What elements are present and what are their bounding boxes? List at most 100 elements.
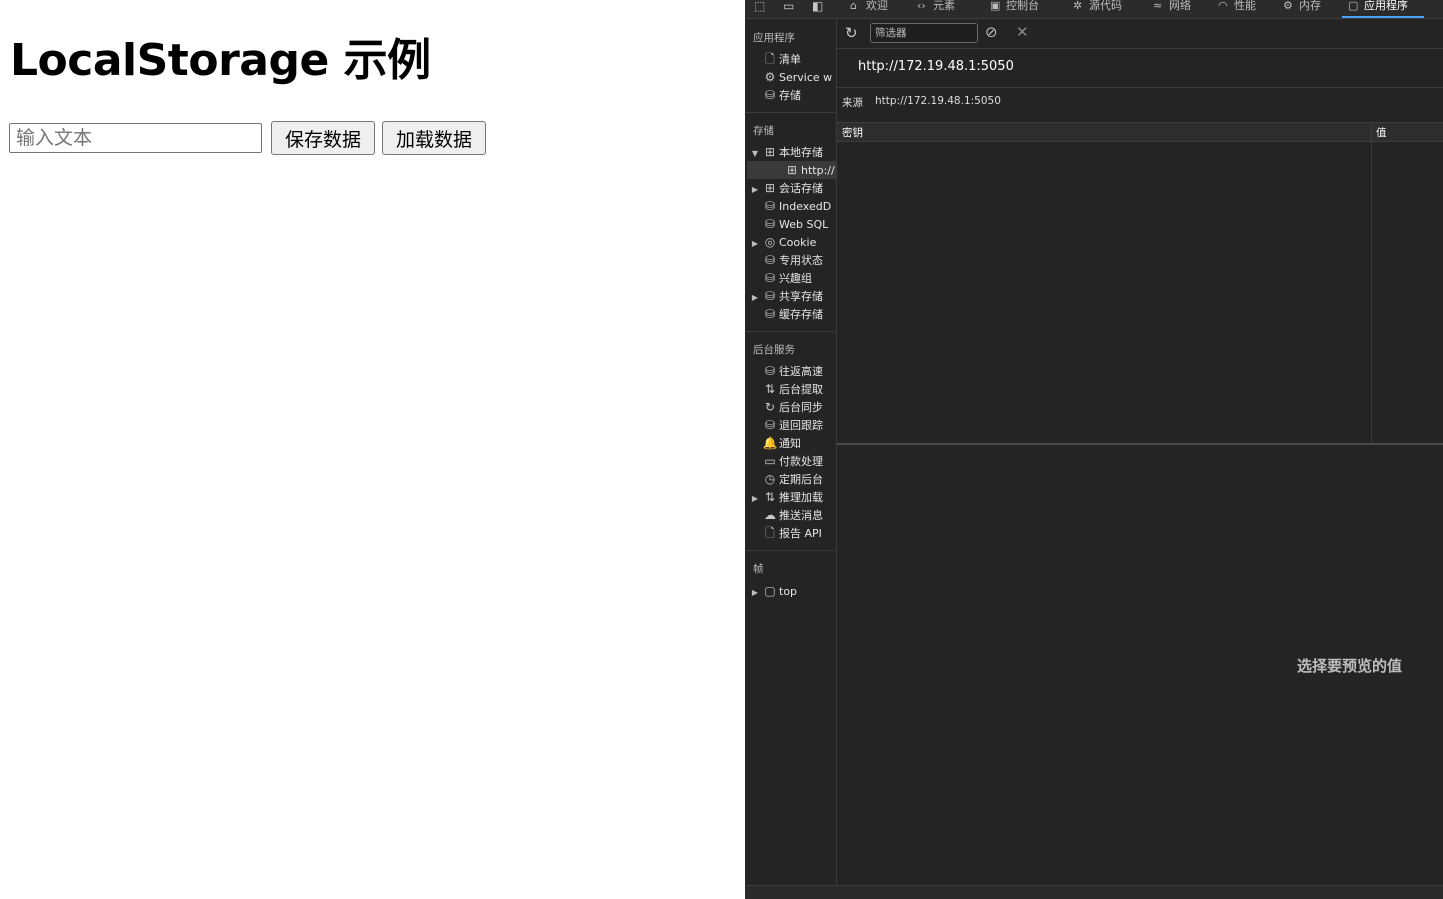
sidebar-item-manifest[interactable]: 🗋 清单 (761, 50, 801, 68)
console-icon: ▣ (990, 0, 1001, 12)
chevron-right-icon[interactable]: ▶ (749, 235, 761, 253)
sidebar-item-periodic-sync[interactable]: ◷ 定期后台 (761, 470, 823, 488)
window-icon: ▢ (1348, 0, 1359, 12)
clock-icon: ◷ (764, 472, 776, 486)
section-header-application: 应用程序 (753, 32, 795, 44)
database-icon: ⛁ (764, 88, 776, 102)
load-data-button[interactable]: 加载数据 (382, 121, 486, 155)
sidebar-item-session-storage[interactable]: ▶ ⊞ 会话存储 (749, 179, 823, 197)
code-icon: ‹› (917, 0, 926, 12)
sidebar-item-service-workers[interactable]: ⚙ Service w (761, 68, 833, 86)
refresh-icon[interactable]: ↻ (845, 24, 858, 42)
divider (745, 112, 836, 113)
column-divider (1371, 122, 1372, 444)
column-header-key[interactable]: 密钥 (842, 125, 863, 140)
tab-sources[interactable]: ✲ 源代码 (1073, 0, 1122, 18)
application-sidebar: 应用程序 🗋 清单 ⚙ Service w ⛁ 存储 存储 ▼ ⊞ 本地存储 ⊞ http:… (745, 19, 837, 885)
wifi-icon: ≈ (1153, 0, 1163, 12)
save-data-button[interactable]: 保存数据 (271, 121, 375, 155)
chevron-right-icon[interactable]: ▶ (749, 584, 761, 602)
sidebar-item-speculative-loads[interactable]: ▶ ⇅ 推理加载 (749, 488, 823, 506)
origin-row: 来源 http://172.19.48.1:5050 (837, 87, 1443, 122)
file-icon: 🗋 (765, 526, 775, 540)
sidebar-item-shared-storage[interactable]: ▶ ⛁ 共享存储 (749, 287, 823, 305)
sidebar-item-cache-storage[interactable]: ⛁ 缓存存储 (761, 305, 823, 323)
database-icon: ⛁ (764, 271, 776, 285)
text-input[interactable] (9, 123, 262, 153)
origin-label: 来源 (842, 97, 863, 109)
table-icon: ⊞ (786, 163, 798, 177)
storage-toolbar: ↻ ⊘ ✕ (837, 19, 1443, 49)
tab-welcome[interactable]: ⌂ 欢迎 (850, 0, 888, 18)
section-header-background-services: 后台服务 (753, 344, 795, 356)
sidebar-item-frame-top[interactable]: ▶ ▢ top (749, 582, 797, 600)
tab-network[interactable]: ≈ 网络 (1153, 0, 1191, 18)
table-icon: ⊞ (764, 181, 776, 195)
sidebar-item-private-state[interactable]: ⛁ 专用状态 (761, 251, 823, 269)
page-heading: LocalStorage 示例 (10, 35, 431, 86)
tab-memory[interactable]: ⚙ 内存 (1283, 0, 1321, 18)
chip-icon: ⚙ (1283, 0, 1293, 12)
origin-title: http://172.19.48.1:5050 (858, 59, 1014, 74)
tab-performance[interactable]: ◠ 性能 (1218, 0, 1256, 18)
origin-value: http://172.19.48.1:5050 (875, 95, 1001, 107)
divider (745, 550, 836, 551)
sidebar-item-interest-groups[interactable]: ⛁ 兴趣组 (761, 269, 812, 287)
sidebar-item-web-sql[interactable]: ⛁ Web SQL (761, 215, 828, 233)
delete-selected-icon[interactable]: ✕ (1016, 23, 1029, 41)
devtools-panel: ⬚ ▭ ◧ ⌂ 欢迎 ‹› 元素 ▣ 控制台 ✲ 源代码 ≈ 网络 ◠ 性能 ⚙ 内存 ▢ 应用… (745, 0, 1443, 899)
sidebar-item-local-storage-origin[interactable]: ⊞ http:// (747, 161, 836, 179)
card-icon: ▭ (764, 454, 776, 468)
tab-elements[interactable]: ‹› 元素 (917, 0, 955, 18)
database-icon: ⛁ (764, 289, 776, 303)
sidebar-item-indexeddb[interactable]: ⛁ IndexedD (761, 197, 831, 215)
arrows-updown-icon: ⇅ (764, 490, 776, 504)
sidebar-item-background-sync[interactable]: ↻ 后台同步 (761, 398, 823, 416)
dock-icon[interactable]: ◧ (812, 0, 828, 14)
filter-input[interactable] (870, 23, 978, 43)
database-icon: ⛁ (764, 217, 776, 231)
pane-splitter[interactable] (837, 443, 1443, 445)
chevron-right-icon[interactable]: ▶ (749, 490, 761, 508)
device-toolbar-icon[interactable]: ▭ (783, 0, 799, 14)
inspect-icon[interactable]: ⬚ (754, 0, 770, 14)
sidebar-item-reporting-api[interactable]: 🗋 报告 API (761, 524, 822, 542)
bell-icon: 🔔 (762, 436, 778, 450)
table-header: 密钥 值 (837, 122, 1443, 142)
home-icon: ⌂ (850, 0, 857, 12)
local-storage-pane: ↻ ⊘ ✕ http://172.19.48.1:5050 来源 http://… (837, 19, 1443, 885)
gear-file-icon: ⚙ (764, 70, 776, 84)
web-page: LocalStorage 示例 保存数据 加载数据 (0, 0, 745, 899)
divider (745, 331, 836, 332)
section-header-frames: 帧 (753, 563, 764, 575)
database-icon: ⛁ (764, 418, 776, 432)
drawer-bar (745, 885, 1443, 899)
chevron-right-icon[interactable]: ▶ (749, 181, 761, 199)
tab-console[interactable]: ▣ 控制台 (990, 0, 1039, 18)
cloud-icon: ☁ (764, 508, 776, 522)
sidebar-item-payment-handler[interactable]: ▭ 付款处理 (761, 452, 823, 470)
clear-all-icon[interactable]: ⊘ (985, 23, 998, 41)
sidebar-item-bounce-tracking[interactable]: ⛁ 退回跟踪 (761, 416, 823, 434)
section-header-storage: 存储 (753, 125, 774, 137)
sidebar-item-local-storage[interactable]: ▼ ⊞ 本地存储 (749, 143, 823, 161)
table-icon: ⊞ (764, 145, 776, 159)
file-icon: 🗋 (765, 52, 775, 66)
sidebar-item-background-fetch[interactable]: ⇅ 后台提取 (761, 380, 823, 398)
sidebar-item-bfcache[interactable]: ⛁ 往返高速 (761, 362, 823, 380)
arrows-updown-icon: ⇅ (764, 382, 776, 396)
column-header-value[interactable]: 值 (1376, 125, 1387, 140)
database-icon: ⛁ (764, 307, 776, 321)
tab-application[interactable]: ▢ 应用程序 (1342, 0, 1424, 18)
chevron-right-icon[interactable]: ▶ (749, 289, 761, 307)
sidebar-item-storage[interactable]: ⛁ 存储 (761, 86, 801, 104)
devtools-tabbar: ⬚ ▭ ◧ ⌂ 欢迎 ‹› 元素 ▣ 控制台 ✲ 源代码 ≈ 网络 ◠ 性能 ⚙ 内存 ▢ 应用… (745, 0, 1443, 19)
preview-placeholder: 选择要预览的值 (1297, 657, 1403, 675)
sidebar-item-cookies[interactable]: ▶ ◎ Cookie (749, 233, 816, 251)
gauge-icon: ◠ (1218, 0, 1228, 12)
sidebar-item-notifications[interactable]: 🔔 通知 (761, 434, 801, 452)
key-value-table: 密钥 值 (837, 122, 1443, 444)
database-icon: ⛁ (764, 364, 776, 378)
sync-icon: ↻ (764, 400, 776, 414)
sidebar-item-push-messaging[interactable]: ☁ 推送消息 (761, 506, 823, 524)
